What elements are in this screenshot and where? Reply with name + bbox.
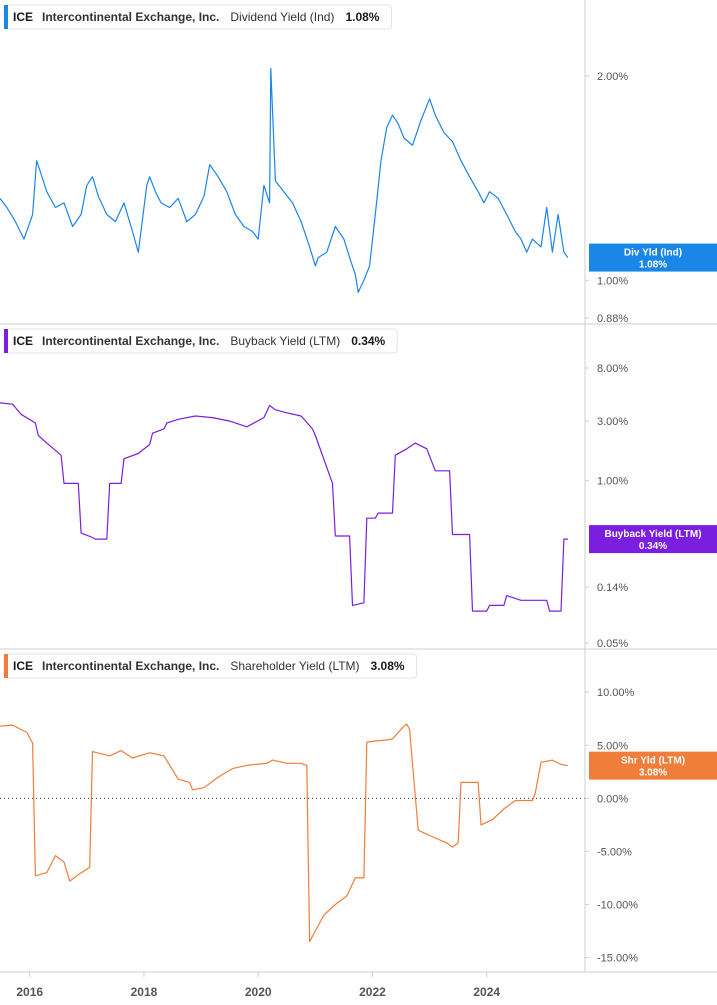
legend-value: 3.08% [371,659,405,673]
x-tick-label: 2022 [359,985,386,999]
y-tick-label: 0.00% [597,793,628,805]
legend-metric: Buyback Yield (LTM) [230,334,340,348]
value-tag-label: Div Yld (Ind) [624,248,682,259]
value-tag-value: 1.08% [639,260,667,271]
legend-metric: Dividend Yield (Ind) [230,10,334,24]
x-tick-label: 2024 [473,985,500,999]
chart-area: 2.00%1.00%0.88%Div Yld (Ind)1.08%ICE Inte… [0,0,717,999]
y-tick-label: 0.14% [597,582,628,594]
y-tick-label: 2.00% [597,71,628,83]
y-tick-label: -10.00% [597,899,638,911]
value-tag-value: 3.08% [639,768,667,779]
legend[interactable]: ICE Intercontinental Exchange, Inc. Shareh… [3,653,418,679]
legend[interactable]: ICE Intercontinental Exchange, Inc. Buybac… [3,328,398,354]
x-tick-label: 2020 [245,985,272,999]
y-tick-label: 8.00% [597,363,628,375]
series-line [0,67,569,293]
legend-color-swatch [4,329,8,353]
chart-panel-2: 8.00% 3.00% 1.00% 0.14% 0.05% Buyback Yield (… [0,328,717,650]
y-tick-label: 0.88% [597,313,628,325]
legend-company: Intercontinental Exchange, Inc. [42,659,219,673]
legend-metric: Shareholder Yield (LTM) [230,659,359,673]
legend[interactable]: ICE Intercontinental Exchange, Inc. Divide… [3,4,392,30]
y-tick-label: 1.00% [597,476,628,488]
legend-value: 1.08% [345,10,379,24]
legend-company: Intercontinental Exchange, Inc. [42,334,219,348]
y-tick-label: -5.00% [597,846,632,858]
value-tag-label: Shr Yld (LTM) [621,756,685,767]
chart-panel-1: 2.00%1.00%0.88%Div Yld (Ind)1.08%ICE Inte… [0,4,717,325]
legend-value: 0.34% [351,334,385,348]
y-tick-label: 0.05% [597,638,628,650]
y-tick-label: -15.00% [597,953,638,965]
value-tag-value: 0.34% [639,541,667,552]
legend-color-swatch [4,654,8,678]
y-tick-label: 5.00% [597,740,628,752]
legend-company: Intercontinental Exchange, Inc. [42,10,219,24]
legend-color-swatch [4,5,8,29]
x-axis: 2016 2018 2020 2022 2024 [0,0,586,999]
y-tick-label: 3.00% [597,416,628,428]
legend-ticker: ICE [13,334,33,348]
legend-ticker: ICE [13,10,33,24]
x-tick-label: 2016 [16,985,43,999]
chart-panel-3: 10.00% 5.00% 0.00% -5.00% -10.00% -15.00% Shr … [0,653,717,973]
y-tick-label: 10.00% [597,687,635,699]
legend-ticker: ICE [13,659,33,673]
series-line [0,723,569,943]
series-line [0,402,568,612]
x-tick-label: 2018 [131,985,158,999]
value-tag-label: Buyback Yield (LTM) [604,529,701,540]
y-tick-label: 1.00% [597,275,628,287]
